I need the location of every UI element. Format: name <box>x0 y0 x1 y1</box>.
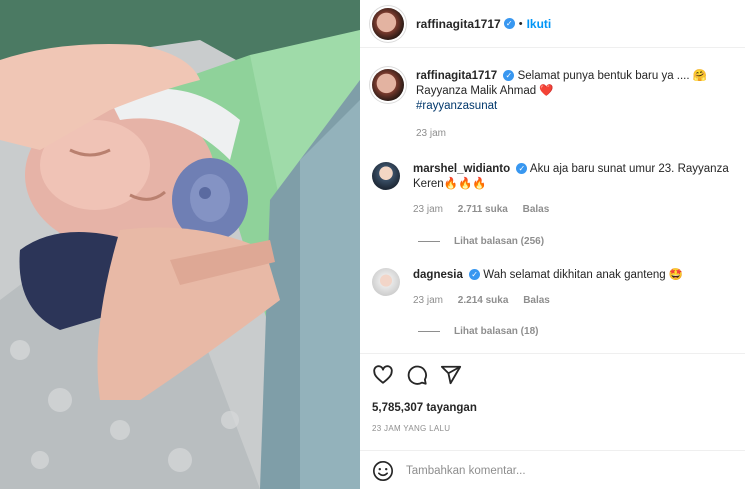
reply-button[interactable]: Balas <box>523 295 550 306</box>
verified-icon: ✓ <box>469 269 481 281</box>
comment-item: marshel_widianto ✓ Aku aja baru sunat um… <box>372 162 737 217</box>
comment-text-cont: Keren🔥🔥🔥 <box>413 178 487 190</box>
comment-input[interactable] <box>406 464 736 477</box>
separator-dot: • <box>518 17 523 30</box>
view-replies-button[interactable]: Lihat balasan (256) <box>418 236 544 247</box>
caption-avatar[interactable] <box>372 69 404 101</box>
view-count[interactable]: 5,785,307 tayangan <box>372 402 477 414</box>
view-replies-label: Lihat balasan (18) <box>454 326 539 337</box>
comment-text: Wah selamat dikhitan anak ganteng 🤩 <box>483 269 684 281</box>
reply-button[interactable]: Balas <box>523 204 550 215</box>
commenter-avatar[interactable] <box>372 268 400 296</box>
share-icon[interactable] <box>440 364 462 386</box>
comment-username[interactable]: marshel_widianto <box>413 163 510 175</box>
post-media[interactable] <box>0 0 360 489</box>
heart-icon[interactable] <box>372 364 394 386</box>
view-replies-label: Lihat balasan (256) <box>454 236 545 247</box>
verified-icon: ✓ <box>503 70 515 82</box>
comments-section[interactable]: raffinagita1717 ✓ Selamat punya bentuk b… <box>360 48 745 353</box>
comment-time[interactable]: 23 jam <box>413 295 443 306</box>
comment-text: Aku aja baru sunat umur 23. Rayyanza <box>529 163 729 175</box>
post-panel: raffinagita1717 ✓ • Ikuti raffinagita171… <box>360 0 745 489</box>
post-time[interactable]: 23 JAM YANG LALU <box>372 424 450 433</box>
author-avatar[interactable] <box>372 7 404 40</box>
follow-button[interactable]: Ikuti <box>527 17 552 31</box>
comment-icon[interactable] <box>406 364 428 386</box>
actions-bar: 5,785,307 tayangan 23 JAM YANG LALU <box>360 353 745 489</box>
baby-photo <box>0 0 360 489</box>
replies-divider <box>418 241 440 242</box>
author-username[interactable]: raffinagita1717 <box>416 17 501 31</box>
replies-divider <box>418 331 440 332</box>
caption: raffinagita1717 ✓ Selamat punya bentuk b… <box>372 69 737 141</box>
emoji-icon[interactable] <box>372 460 394 482</box>
commenter-avatar[interactable] <box>372 162 400 190</box>
view-replies-button[interactable]: Lihat balasan (18) <box>418 326 538 337</box>
action-icons <box>372 364 462 386</box>
comment-composer <box>360 450 745 489</box>
caption-text: Selamat punya bentuk baru ya .... 🤗 <box>517 70 708 82</box>
comment-item: dagnesia ✓ Wah selamat dikhitan anak gan… <box>372 268 737 308</box>
caption-username[interactable]: raffinagita1717 <box>416 70 497 82</box>
caption-time[interactable]: 23 jam <box>416 128 446 139</box>
comment-likes[interactable]: 2.214 suka <box>458 295 509 306</box>
comment-time[interactable]: 23 jam <box>413 204 443 215</box>
verified-icon: ✓ <box>503 18 515 29</box>
hashtag-link[interactable]: #rayyanzasunat <box>416 99 707 114</box>
caption-line2: Rayyanza Malik Ahmad ❤️ <box>416 85 554 97</box>
comment-likes[interactable]: 2.711 suka <box>458 204 508 215</box>
comment-username[interactable]: dagnesia <box>413 269 463 281</box>
post-header: raffinagita1717 ✓ • Ikuti <box>360 0 745 48</box>
verified-icon: ✓ <box>516 163 528 175</box>
